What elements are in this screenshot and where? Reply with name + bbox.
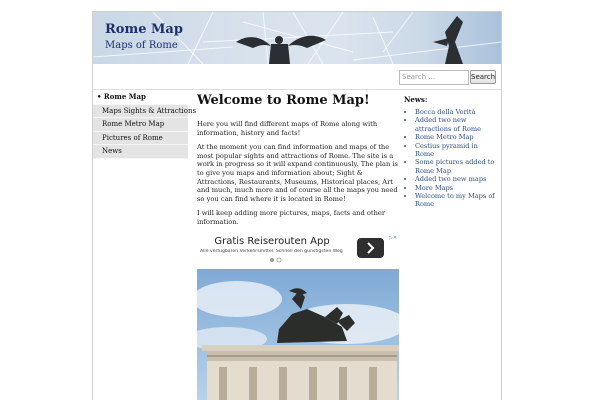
header-banner: Rome Map Maps of Rome: [93, 12, 501, 64]
rome-photo: [197, 269, 399, 400]
advertisement[interactable]: Gratis Reiserouten App Alle verfügbaren …: [197, 235, 400, 265]
sidebar-item-news[interactable]: News: [93, 145, 188, 159]
page-container: Rome Map Maps of Rome Search … Search • …: [92, 11, 502, 400]
search-bar: Search … Search: [93, 64, 501, 90]
main-content: Welcome to Rome Map! Here you will find …: [197, 93, 401, 227]
sidebar-item-label: News: [102, 147, 122, 155]
carousel-dots-icon: [270, 257, 282, 263]
map-background-image: [93, 12, 501, 64]
sidebar-item-pictures[interactable]: Pictures of Rome: [93, 131, 188, 145]
site-tagline: Maps of Rome: [105, 40, 178, 51]
news-link[interactable]: Welcome to my Maps of Rome: [415, 192, 496, 209]
news-link[interactable]: Some pictures added to Rome Map: [415, 158, 496, 175]
sidebar-item-label: Pictures of Rome: [102, 133, 163, 142]
site-title[interactable]: Rome Map: [105, 22, 183, 37]
search-button[interactable]: Search: [470, 70, 496, 84]
search-input[interactable]: Search …: [399, 70, 469, 85]
news-link[interactable]: Rome Metro Map: [415, 133, 496, 141]
ad-subtitle: Alle verfügbaren Verkehrsmittel. Schnell…: [200, 249, 343, 254]
ad-title[interactable]: Gratis Reiserouten App: [197, 236, 347, 247]
news-list: Bocca della Verità Added two new attract…: [404, 108, 496, 209]
sidebar-item-label: Rome Map: [103, 92, 146, 101]
sidebar-item-metro-map[interactable]: Rome Metro Map: [93, 118, 188, 132]
chevron-right-icon[interactable]: [357, 238, 384, 258]
news-link[interactable]: Bocca della Verità: [415, 108, 496, 116]
news-link[interactable]: Added two new attractions of Rome: [415, 116, 496, 133]
winged-statue-icon: [236, 35, 326, 64]
sidebar-item-rome-map[interactable]: • Rome Map: [93, 91, 188, 105]
news-link[interactable]: Added two new maps: [415, 175, 496, 183]
news-heading: News:: [404, 95, 428, 104]
sidebar-nav: • Rome Map Maps Sights & Attractions Rom…: [93, 91, 196, 159]
info-paragraph: At the moment you can find information a…: [197, 143, 398, 203]
sidebar-item-label: Rome Metro Map: [102, 120, 165, 128]
sidebar-item-sights[interactable]: Maps Sights & Attractions: [93, 104, 196, 118]
page-title: Welcome to Rome Map!: [197, 93, 370, 108]
news-link[interactable]: Cestius pyramid in Rome: [415, 142, 496, 159]
sidebar-item-label: Maps Sights & Attractions: [102, 106, 197, 115]
update-paragraph: I will keep adding more pictures, maps, …: [197, 209, 386, 226]
news-sidebar: News: Bocca della Verità Added two new a…: [404, 95, 496, 209]
ad-choices-icon[interactable]: ▷✕: [389, 235, 397, 241]
news-link[interactable]: More Maps: [415, 184, 496, 192]
intro-paragraph: Here you will find different maps of Rom…: [197, 120, 378, 137]
